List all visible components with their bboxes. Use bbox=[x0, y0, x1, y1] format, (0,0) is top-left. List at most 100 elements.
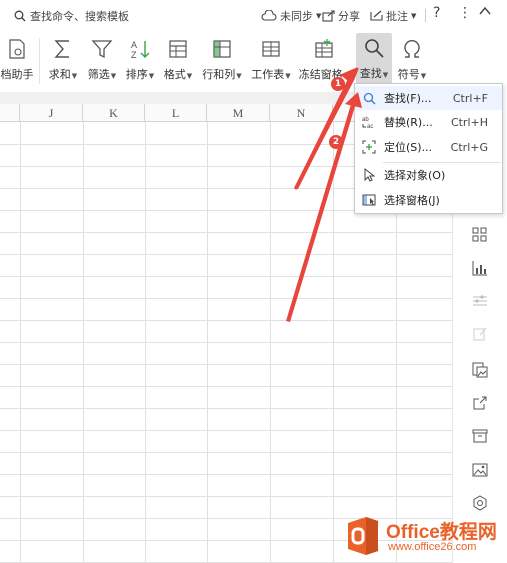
worksheet-button[interactable]: 工作表▼ bbox=[250, 34, 292, 88]
svg-text:Z: Z bbox=[131, 50, 137, 60]
export-disabled-icon[interactable] bbox=[471, 325, 489, 343]
help-button[interactable]: ? bbox=[433, 5, 440, 21]
menu-item-find-shortcut: Ctrl+F bbox=[452, 91, 488, 105]
comment-button[interactable]: 批注 ▼ bbox=[370, 8, 416, 24]
chevron-down-icon: ▼ bbox=[411, 12, 417, 20]
more-button[interactable]: ⋮ bbox=[458, 5, 472, 21]
find-icon bbox=[365, 39, 384, 58]
top-bar: 查找命令、搜索模板 未同步 ▼ 分享 批注 ▼ ? ⋮ bbox=[0, 0, 507, 30]
topbar-divider bbox=[425, 9, 426, 22]
sum-button[interactable]: 求和▼ bbox=[47, 34, 79, 88]
freeze-panes-icon bbox=[315, 39, 333, 58]
grid-row-line bbox=[0, 496, 452, 497]
locate-icon bbox=[362, 140, 376, 154]
filter-button[interactable]: 筛选▼ bbox=[86, 34, 118, 88]
find-button[interactable]: 查找▼ bbox=[356, 33, 392, 89]
menu-item-select-object[interactable]: 选择对象(O) bbox=[355, 163, 502, 187]
image-gallery-icon[interactable] bbox=[471, 361, 489, 379]
format-button[interactable]: 格式▼ bbox=[163, 34, 193, 88]
column-header-l[interactable]: L bbox=[145, 104, 207, 122]
grid-row-line bbox=[0, 386, 452, 387]
column-header-n[interactable]: N bbox=[270, 104, 333, 122]
symbol-button[interactable]: 符号▼ bbox=[396, 34, 428, 88]
archive-icon[interactable] bbox=[471, 427, 489, 445]
chevron-up-icon bbox=[479, 6, 491, 15]
grid-row-line bbox=[0, 408, 452, 409]
symbol-label: 符号 bbox=[397, 68, 420, 81]
grid-row-line bbox=[0, 254, 452, 255]
share-label: 分享 bbox=[338, 10, 360, 23]
column-header-m[interactable]: M bbox=[207, 104, 270, 122]
worksheet-icon bbox=[262, 41, 280, 57]
chevron-down-icon: ▼ bbox=[316, 12, 322, 20]
doc-assistant-label: 档助手 bbox=[0, 68, 34, 81]
sum-icon bbox=[54, 40, 69, 58]
office-logo-icon bbox=[348, 517, 378, 555]
more-icon: ⋮ bbox=[458, 5, 472, 21]
column-header-prev[interactable] bbox=[0, 104, 20, 122]
sort-icon: AZ bbox=[131, 40, 150, 60]
cloud-sync-icon bbox=[261, 10, 277, 21]
svg-text:ac: ac bbox=[367, 124, 373, 129]
worksheet-label: 工作表 bbox=[251, 68, 285, 81]
cursor-icon bbox=[362, 168, 376, 182]
share-button[interactable]: 分享 bbox=[322, 8, 360, 24]
command-search[interactable]: 查找命令、搜索模板 bbox=[14, 8, 129, 24]
column-header-k[interactable]: K bbox=[83, 104, 145, 122]
svg-text:ab: ab bbox=[362, 117, 369, 123]
grid-row-line bbox=[0, 232, 452, 233]
comment-label: 批注 bbox=[386, 10, 408, 23]
comment-icon bbox=[370, 10, 383, 21]
grid-row-line bbox=[0, 342, 452, 343]
chart-icon[interactable] bbox=[471, 259, 489, 277]
menu-item-replace-label: 替换(R)... bbox=[384, 116, 433, 129]
find-dropdown-menu: 查找(F)... Ctrl+F ab ac 替换(R)... Ctrl+H 定位(… bbox=[354, 83, 503, 214]
watermark-url: www.office26.com bbox=[388, 541, 477, 553]
replace-icon: ab ac bbox=[362, 115, 376, 129]
menu-item-selection-pane[interactable]: 选择窗格(J) bbox=[355, 188, 502, 212]
format-label: 格式 bbox=[163, 68, 186, 81]
grid-row-line bbox=[0, 452, 452, 453]
doc-assistant-icon bbox=[9, 39, 25, 59]
menu-item-replace-shortcut: Ctrl+H bbox=[450, 115, 488, 129]
search-icon bbox=[14, 10, 26, 22]
command-search-placeholder: 查找命令、搜索模板 bbox=[30, 10, 129, 23]
sync-label: 未同步 bbox=[280, 10, 313, 23]
menu-item-selection-pane-label: 选择窗格(J) bbox=[384, 194, 440, 207]
menu-item-goto[interactable]: 定位(S)... Ctrl+G bbox=[355, 135, 502, 159]
sort-button[interactable]: AZ 排序▼ bbox=[124, 34, 156, 88]
grid-row-line bbox=[0, 298, 452, 299]
grid-row-line bbox=[0, 364, 452, 365]
menu-item-find-label: 查找(F)... bbox=[384, 92, 432, 105]
grid-row-line bbox=[0, 430, 452, 431]
sum-label: 求和 bbox=[48, 68, 71, 81]
settings-sliders-icon[interactable] bbox=[471, 292, 489, 310]
rows-cols-button[interactable]: 行和列▼ bbox=[202, 34, 242, 88]
help-icon: ? bbox=[433, 5, 441, 21]
share-export-icon[interactable] bbox=[471, 394, 489, 412]
apps-grid-icon[interactable] bbox=[471, 226, 489, 244]
doc-assistant-button[interactable]: 档助手 bbox=[0, 34, 34, 88]
step-badge-1: 1 bbox=[331, 77, 345, 91]
grid-row-line bbox=[0, 276, 452, 277]
rows-cols-label: 行和列 bbox=[202, 68, 236, 81]
rows-cols-icon bbox=[213, 40, 231, 58]
column-header-j[interactable]: J bbox=[20, 104, 83, 122]
menu-item-find[interactable]: 查找(F)... Ctrl+F bbox=[355, 86, 502, 110]
filter-label: 筛选 bbox=[87, 68, 110, 81]
grid-row-line bbox=[0, 474, 452, 475]
ribbon-separator bbox=[39, 38, 40, 84]
sort-label: 排序 bbox=[125, 68, 148, 81]
svg-text:A: A bbox=[131, 40, 137, 50]
format-icon bbox=[169, 40, 187, 58]
menu-item-select-object-label: 选择对象(O) bbox=[384, 169, 446, 182]
sync-button[interactable]: 未同步 ▼ bbox=[261, 8, 321, 24]
grid-row-line bbox=[0, 320, 452, 321]
hexagon-icon[interactable] bbox=[471, 494, 489, 512]
symbol-icon bbox=[404, 39, 420, 58]
menu-item-goto-label: 定位(S)... bbox=[384, 141, 433, 154]
menu-item-replace[interactable]: ab ac 替换(R)... Ctrl+H bbox=[355, 110, 502, 134]
collapse-ribbon-button[interactable] bbox=[479, 6, 491, 16]
share-icon bbox=[322, 10, 335, 22]
picture-icon[interactable] bbox=[471, 461, 489, 479]
